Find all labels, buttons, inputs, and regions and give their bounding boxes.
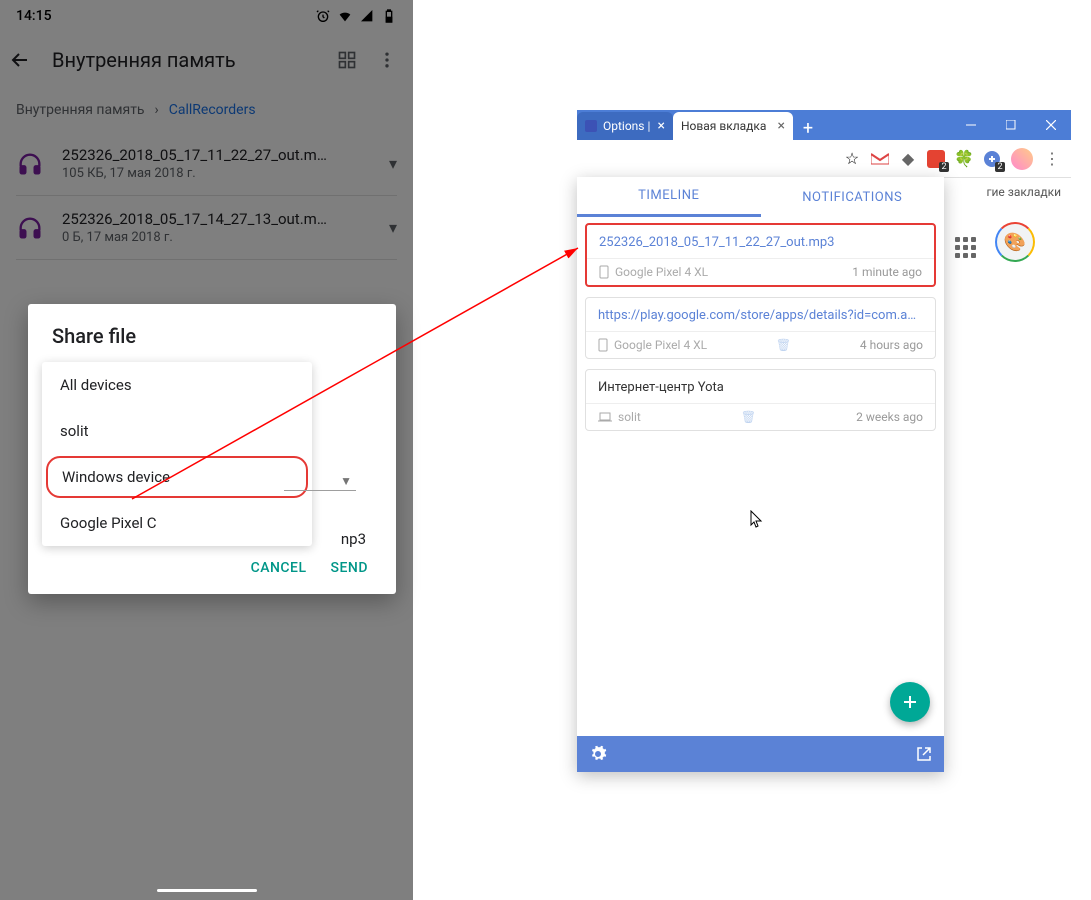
dropdown-underline	[284, 490, 356, 491]
timeline-item[interactable]: https://play.google.com/store/apps/detai…	[585, 297, 936, 359]
popup-tabs: TIMELINE NOTIFICATIONS	[577, 177, 944, 217]
trash-icon[interactable]: 🗑	[776, 338, 791, 352]
android-phone: 14:15 Внутренняя память Внутренняя памят…	[0, 0, 413, 900]
maximize-button[interactable]	[991, 110, 1031, 140]
gmail-icon[interactable]	[871, 150, 889, 168]
timeline-time: 1 minute ago	[852, 265, 922, 279]
avatar-small[interactable]	[1011, 148, 1033, 170]
device-option-pixel-c[interactable]: Google Pixel C	[42, 500, 312, 546]
timeline-item[interactable]: Интернет-центр Yota solit 🗑 2 weeks ago	[585, 369, 936, 431]
laptop-icon	[598, 412, 612, 422]
dialog-title: Share file	[52, 324, 372, 348]
apps-grid-icon[interactable]	[955, 237, 976, 258]
tab-timeline[interactable]: TIMELINE	[577, 177, 761, 217]
more-icon[interactable]: ⋮	[1043, 150, 1061, 168]
tab-label: Новая вкладка	[681, 119, 772, 133]
mouse-cursor	[750, 510, 764, 534]
timeline-title[interactable]: Интернет-центр Yota	[586, 370, 935, 403]
device-name: solit	[618, 410, 641, 424]
device-name: Google Pixel 4 XL	[614, 338, 707, 352]
popup-footer	[577, 736, 944, 772]
gear-icon[interactable]	[589, 745, 607, 763]
window-titlebar: Options | Pi × Новая вкладка × +	[577, 110, 1071, 140]
browser-tab-newtab[interactable]: Новая вкладка ×	[673, 112, 793, 140]
share-dialog: Share file All devices solit Windows dev…	[28, 304, 396, 594]
device-name: Google Pixel 4 XL	[615, 265, 708, 279]
extension-icon[interactable]	[983, 150, 1001, 168]
timeline-title[interactable]: 252326_2018_05_17_11_22_27_out.mp3	[587, 225, 934, 258]
tab-favicon	[585, 120, 597, 132]
browser-tab-options[interactable]: Options | Pi ×	[577, 112, 673, 140]
google-profile-avatar[interactable]: 🎨	[995, 222, 1035, 262]
nav-handle[interactable]	[157, 889, 257, 892]
diamond-icon[interactable]: ◆	[899, 150, 917, 168]
new-tab-button[interactable]: +	[796, 116, 820, 140]
tab-label: Options | Pi	[603, 119, 652, 133]
tab-notifications[interactable]: NOTIFICATIONS	[761, 177, 945, 217]
close-icon[interactable]: ×	[658, 118, 665, 134]
dropdown-arrow-icon: ▼	[340, 474, 352, 488]
bookmarks-overflow[interactable]: гие закладки	[986, 185, 1061, 199]
timeline-title[interactable]: https://play.google.com/store/apps/detai…	[586, 298, 935, 331]
timeline-time: 4 hours ago	[860, 338, 923, 352]
device-option-solit[interactable]: solit	[42, 408, 312, 454]
device-menu: All devices solit Windows device Google …	[42, 362, 312, 546]
open-external-icon[interactable]	[916, 746, 932, 762]
send-button[interactable]: SEND	[331, 560, 368, 576]
trash-icon[interactable]: 🗑	[741, 410, 756, 424]
filename-extension: np3	[341, 530, 366, 548]
fab-add-button[interactable]	[890, 682, 930, 722]
timeline-item[interactable]: 252326_2018_05_17_11_22_27_out.mp3 Googl…	[585, 223, 936, 287]
close-icon[interactable]: ×	[778, 118, 785, 134]
timeline-time: 2 weeks ago	[856, 410, 923, 424]
minimize-button[interactable]	[951, 110, 991, 140]
phone-icon	[598, 338, 608, 352]
browser-toolbar: ☆ ◆ 🍀 ⋮	[577, 140, 1071, 178]
device-option-all[interactable]: All devices	[42, 362, 312, 408]
device-option-windows[interactable]: Windows device	[46, 456, 308, 498]
star-icon[interactable]: ☆	[843, 150, 861, 168]
evernote-icon[interactable]: 🍀	[955, 150, 973, 168]
phone-icon	[599, 265, 609, 279]
todoist-icon[interactable]	[927, 150, 945, 168]
timeline-list: 252326_2018_05_17_11_22_27_out.mp3 Googl…	[577, 217, 944, 736]
close-window-button[interactable]	[1031, 110, 1071, 140]
cancel-button[interactable]: CANCEL	[251, 560, 307, 576]
extension-popup: TIMELINE NOTIFICATIONS 252326_2018_05_17…	[577, 177, 944, 772]
